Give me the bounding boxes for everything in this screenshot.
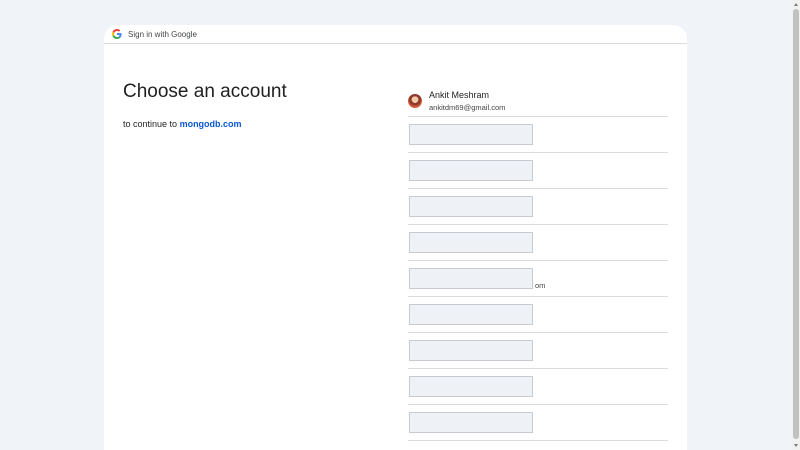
vertical-scrollbar[interactable] [792,0,800,450]
account-item[interactable]: Ankit Meshram ankitdm69@gmail.com [408,86,668,117]
page: Sign in with Google Choose an account to… [0,0,800,450]
scroll-down-arrow-icon[interactable] [794,444,798,447]
redacted-account-item[interactable] [408,153,668,189]
redacted-box [409,124,533,145]
card-header: Sign in with Google [104,25,687,44]
sign-in-card: Sign in with Google Choose an account to… [104,25,687,450]
redacted-account-item[interactable] [408,189,668,225]
redacted-suffix: om [535,281,546,290]
redacted-account-item[interactable] [408,333,668,369]
redacted-account-item[interactable]: om [408,261,668,297]
google-g-icon [112,29,122,39]
user-avatar [408,94,422,108]
redacted-box [409,232,533,253]
redacted-box [409,412,533,433]
scroll-up-arrow-icon[interactable] [794,3,798,6]
redacted-box [409,376,533,397]
continue-domain-link[interactable]: mongodb.com [180,119,242,129]
redacted-box [409,268,533,289]
account-text: Ankit Meshram ankitdm69@gmail.com [429,90,505,112]
redacted-account-item[interactable] [408,117,668,153]
page-title: Choose an account [123,81,287,102]
continue-prefix: to continue to [123,119,178,129]
continue-text: to continue to mongodb.com [123,119,287,129]
scroll-thumb[interactable] [793,9,799,439]
redacted-account-item[interactable] [408,369,668,405]
account-list: Ankit Meshram ankitdm69@gmail.com om [408,86,668,441]
redacted-account-item[interactable] [408,405,668,441]
left-panel: Choose an account to continue to mongodb… [123,81,287,129]
header-title: Sign in with Google [128,29,197,39]
redacted-box [409,304,533,325]
redacted-box [409,196,533,217]
redacted-account-item[interactable] [408,297,668,333]
account-name: Ankit Meshram [429,90,490,100]
redacted-box [409,340,533,361]
redacted-account-item[interactable] [408,225,668,261]
account-email: ankitdm69@gmail.com [429,103,506,112]
redacted-box [409,160,533,181]
